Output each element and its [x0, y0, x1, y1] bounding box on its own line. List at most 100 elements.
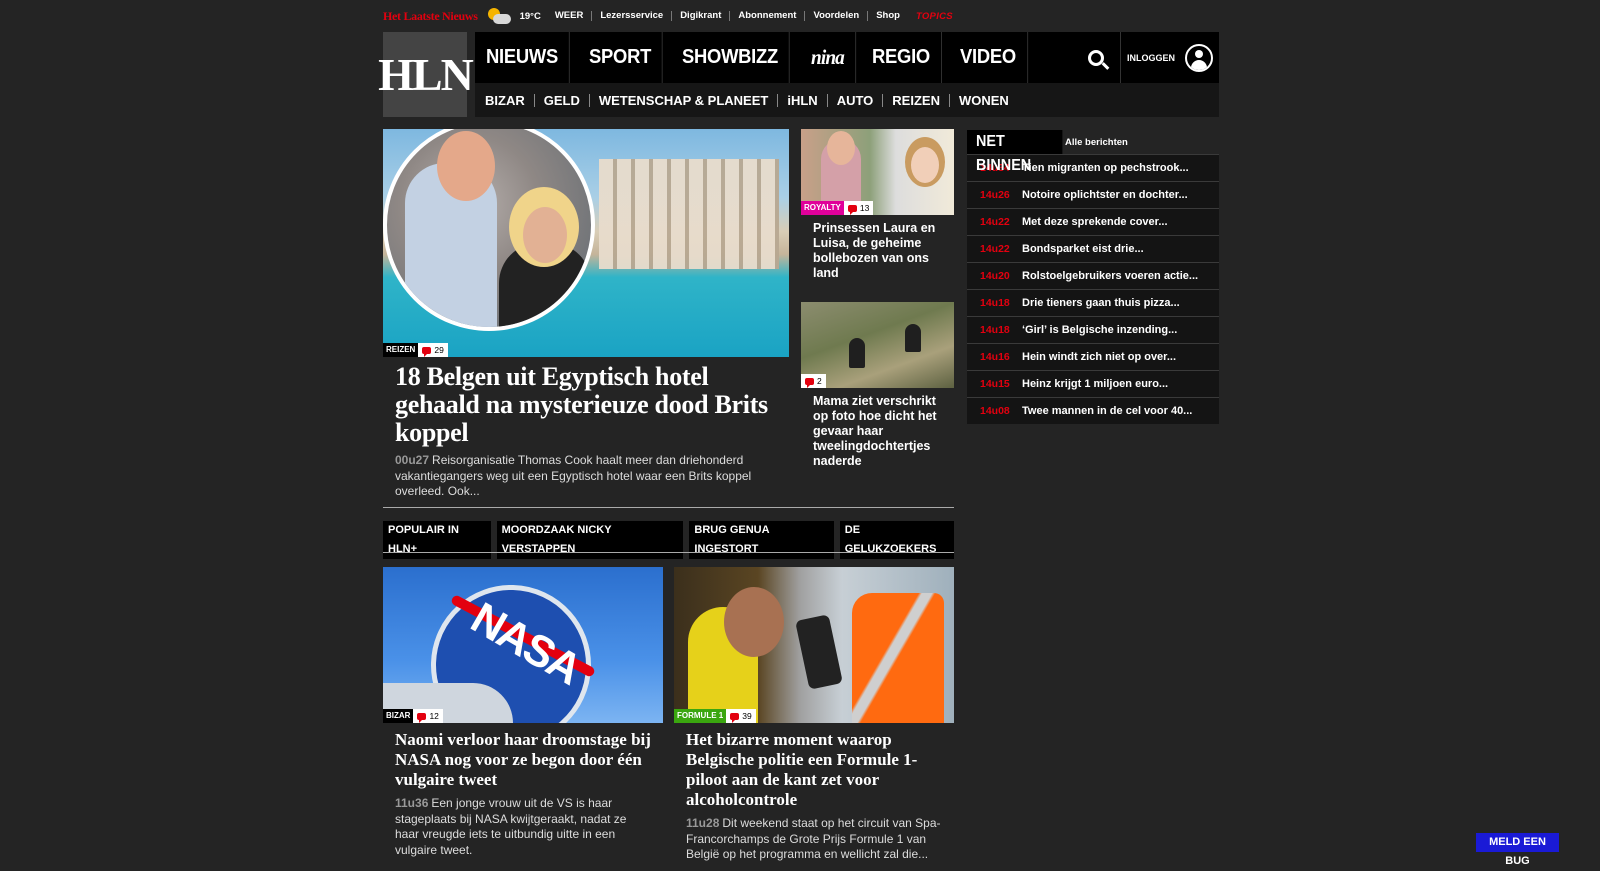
category-tag[interactable]: ROYALTY — [801, 201, 844, 215]
lead-article-intro-text: Reisorganisatie Thomas Cook haalt meer d… — [395, 453, 752, 498]
subnav-item-bizar[interactable]: BIZAR — [485, 94, 534, 107]
comment-count[interactable]: 29 — [418, 343, 448, 357]
news-ticker-item[interactable]: 14u20 Rolstoelgebruikers voeren actie... — [967, 262, 1219, 289]
comment-count[interactable]: 2 — [801, 374, 826, 388]
news-ticker-item[interactable]: 14u15 Heinz krijgt 1 miljoen euro... — [967, 370, 1219, 397]
nav-main: NIEUWS SPORT SHOWBIZZ nina REGIO VIDEO I… — [475, 32, 1219, 83]
top-link-abonnement[interactable]: Abonnement — [729, 11, 804, 21]
top-link-lezersservice[interactable]: Lezersservice — [591, 11, 671, 21]
article-time: 11u36 — [395, 796, 429, 810]
subnav-item-reizen[interactable]: REIZEN — [882, 93, 949, 107]
net-binnen-label: NET BINNEN — [967, 130, 1063, 174]
top-link-shop[interactable]: Shop — [867, 11, 908, 21]
news-ticker-item[interactable]: 14u18 ‘Girl’ is Belgische inzending... — [967, 316, 1219, 343]
article-card-intro-text: Een jonge vrouw uit de VS is haar stagep… — [395, 796, 627, 857]
article-card-tags: BIZAR 12 — [383, 709, 443, 723]
news-ticker-item[interactable]: 14u16 Hein windt zich niet op over... — [967, 343, 1219, 370]
lead-article-tags: REIZEN 29 — [383, 343, 448, 357]
article-card[interactable]: NASA BIZAR 12 Naomi verloor haar droomst… — [383, 567, 663, 858]
comment-count[interactable]: 39 — [726, 709, 756, 723]
divider — [383, 552, 954, 553]
top-bar: Het Laatste Nieuws 19°C WEER Lezersservi… — [383, 0, 1219, 32]
login-button[interactable]: INLOGGEN — [1121, 32, 1219, 83]
side-article-tags: ROYALTY 13 — [801, 201, 874, 215]
top-link-voordelen[interactable]: Voordelen — [804, 11, 867, 21]
topic-chip[interactable]: POPULAIR IN HLN+ — [383, 521, 491, 559]
nav-item-video[interactable]: VIDEO — [949, 32, 1028, 83]
news-text: Twee mannen in de cel voor 40... — [1022, 405, 1193, 417]
news-time: 14u08 — [980, 405, 1010, 417]
comment-count[interactable]: 13 — [843, 201, 874, 215]
comment-count-value: 2 — [817, 376, 822, 386]
subnav-item-ihln[interactable]: iHLN — [777, 93, 826, 107]
news-text: Tien migranten op pechstrook... — [1022, 162, 1189, 174]
popular-topics: POPULAIR IN HLN+ MOORDZAAK NICKY VERSTAP… — [383, 521, 954, 559]
news-ticker-item[interactable]: 14u08 Twee mannen in de cel voor 40... — [967, 397, 1219, 424]
article-card-image[interactable]: FORMULE 1 39 — [674, 567, 954, 723]
side-article-title[interactable]: Mama ziet verschrikt op foto hoe dicht h… — [801, 388, 954, 469]
category-tag[interactable]: BIZAR — [383, 709, 414, 723]
lead-article[interactable]: REIZEN 29 18 Belgen uit Egyptisch hotel … — [383, 129, 789, 500]
comment-count[interactable]: 12 — [413, 709, 443, 723]
hotel-photo — [599, 159, 779, 269]
lead-article-title[interactable]: 18 Belgen uit Egyptisch hotel gehaald na… — [383, 357, 789, 447]
topics-link[interactable]: TOPICS — [916, 11, 953, 22]
side-article-title[interactable]: Prinsessen Laura en Luisa, de geheime bo… — [801, 215, 954, 281]
comment-count-value: 13 — [859, 203, 870, 213]
news-ticker-item[interactable]: 14u22 Met deze sprekende cover... — [967, 208, 1219, 235]
side-article-image[interactable]: 2 — [801, 302, 954, 388]
nav-item-nieuws[interactable]: NIEUWS — [475, 32, 570, 83]
comment-icon — [805, 377, 814, 388]
category-tag[interactable]: REIZEN — [383, 343, 419, 357]
article-card-title[interactable]: Naomi verloor haar droomstage bij NASA n… — [383, 723, 663, 790]
subnav-item-auto[interactable]: AUTO — [826, 93, 883, 107]
subnav-item-geld[interactable]: GELD — [533, 93, 589, 107]
news-ticker-item[interactable]: 14u26 Notoire oplichtster en dochter... — [967, 181, 1219, 208]
news-time: 14u20 — [980, 270, 1010, 282]
page-wrapper: Het Laatste Nieuws 19°C WEER Lezersservi… — [378, 0, 1219, 861]
hln-logo[interactable]: HLN — [378, 32, 474, 117]
weather-icon[interactable] — [486, 6, 512, 26]
news-ticker-item[interactable]: 14u18 Drie tieners gaan thuis pizza... — [967, 289, 1219, 316]
topic-chip[interactable]: BRUG GENUA INGESTORT — [689, 521, 834, 559]
lead-article-intro: 00u27 Reisorganisatie Thomas Cook haalt m… — [383, 447, 789, 500]
all-messages-link[interactable]: Alle berichten — [1065, 137, 1128, 148]
news-text: Bondsparket eist drie... — [1022, 243, 1144, 255]
search-button[interactable] — [1071, 32, 1121, 83]
news-text: Notoire oplichtster en dochter... — [1022, 189, 1188, 201]
topic-chip[interactable]: MOORDZAAK NICKY VERSTAPPEN — [496, 521, 684, 559]
article-time: 00u27 — [395, 453, 430, 467]
article-card-intro: 11u36 Een jonge vrouw uit de VS is haar s… — [383, 790, 663, 858]
report-bug-button[interactable]: MELD EEN BUG — [1476, 833, 1559, 867]
subnav-item-wetenschap[interactable]: WETENSCHAP & PLANEET — [588, 93, 778, 107]
site-header: HLN NIEUWS SPORT SHOWBIZZ nina REGIO VID… — [378, 32, 1219, 117]
topic-chip[interactable]: DE GELUKZOEKERS — [839, 521, 954, 559]
category-tag[interactable]: FORMULE 1 — [674, 709, 727, 723]
news-text: Rolstoelgebruikers voeren actie... — [1022, 270, 1199, 282]
comment-icon — [417, 712, 427, 723]
top-link-digikrant[interactable]: Digikrant — [671, 11, 729, 21]
nav-item-sport[interactable]: SPORT — [578, 32, 664, 83]
subnav-item-wonen[interactable]: WONEN — [948, 93, 1018, 107]
news-ticker-item[interactable]: 14u22 Bondsparket eist drie... — [967, 235, 1219, 262]
top-link-weer[interactable]: WEER — [555, 11, 592, 21]
article-card-image[interactable]: NASA BIZAR 12 — [383, 567, 663, 723]
temperature[interactable]: 19°C — [520, 11, 541, 22]
nav-item-nina[interactable]: nina — [800, 32, 856, 83]
news-time: 14u15 — [980, 378, 1010, 390]
article-card-title[interactable]: Het bizarre moment waarop Belgische poli… — [674, 723, 954, 810]
article-card[interactable]: FORMULE 1 39 Het bizarre moment waarop B… — [674, 567, 954, 863]
side-article[interactable]: 2 Mama ziet verschrikt op foto hoe dicht… — [801, 302, 954, 469]
nav-item-regio[interactable]: REGIO — [861, 32, 942, 83]
news-time: 14u22 — [980, 216, 1010, 228]
hln-brand-link[interactable]: Het Laatste Nieuws — [383, 9, 478, 24]
news-text: Heinz krijgt 1 miljoen euro... — [1022, 378, 1169, 390]
lead-article-image[interactable]: REIZEN 29 — [383, 129, 789, 357]
comment-icon — [847, 204, 857, 215]
search-icon — [1087, 49, 1104, 66]
divider — [383, 507, 954, 508]
nav-item-showbizz[interactable]: SHOWBIZZ — [671, 32, 790, 83]
top-links: WEER Lezersservice Digikrant Abonnement … — [555, 11, 908, 21]
side-article[interactable]: ROYALTY 13 Prinsessen Laura en Luisa, de… — [801, 129, 954, 281]
side-article-image[interactable]: ROYALTY 13 — [801, 129, 954, 215]
